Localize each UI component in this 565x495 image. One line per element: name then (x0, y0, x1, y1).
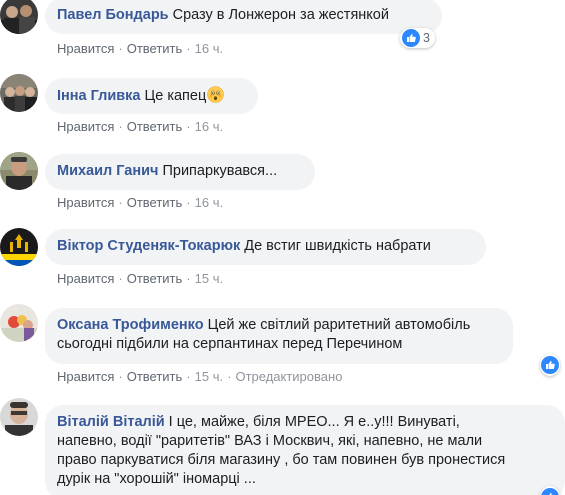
like-link[interactable]: Нравится (57, 271, 114, 286)
separator-dot: · (186, 119, 191, 134)
comment-item: Павел Бондарь Сразу в Лонжерон за жестянк… (0, 0, 565, 60)
comment-text-line-2: напевно, водії "раритетів" ВАЗ і Москвич… (57, 433, 483, 449)
comment-text-line-1: І це, майже, біля МРЕО... Я е..у!!! Вину… (168, 414, 460, 430)
separator-dot: · (186, 271, 191, 286)
comment-timestamp[interactable]: 15 ч. (195, 271, 223, 286)
comment-text: Де встиг швидкість набрати (244, 238, 431, 254)
separator-dot: · (118, 41, 123, 56)
comment-actions: Нравится · Ответить · 15 ч. · Отредактировано (57, 369, 342, 384)
separator-dot: · (118, 271, 123, 286)
reply-link[interactable]: Ответить (127, 119, 183, 134)
separator-dot: · (118, 369, 123, 384)
comment-bubble: Оксана Трофименко Цей же світлий раритетн… (45, 308, 513, 364)
comment-timestamp[interactable]: 15 ч. (195, 369, 223, 384)
comment-bubble: Михаил Ганич Припаркувався... (45, 154, 315, 190)
avatar[interactable] (0, 0, 38, 34)
like-link[interactable]: Нравится (57, 119, 114, 134)
separator-dot: · (227, 369, 232, 384)
reaction-summary[interactable]: 3 (400, 28, 435, 48)
like-icon (402, 29, 420, 47)
comment-item: Михаил Ганич Припаркувався... Нравится · От… (0, 152, 565, 212)
avatar[interactable] (0, 74, 38, 112)
avatar[interactable] (0, 228, 38, 266)
comment-text: Сразу в Лонжерон за жестянкой (172, 7, 389, 23)
comment-author[interactable]: Віктор Студеняк-Токарюк (57, 238, 240, 254)
comment-timestamp[interactable]: 16 ч. (195, 41, 223, 56)
like-link[interactable]: Нравится (57, 195, 114, 210)
separator-dot: · (186, 41, 191, 56)
comment-author[interactable]: Інна Гливка (57, 88, 141, 104)
like-link[interactable]: Нравится (57, 41, 114, 56)
comment-actions: Нравится · Ответить · 16 ч. (57, 195, 223, 210)
separator-dot: · (186, 195, 191, 210)
comment-actions: Нравится · Ответить · 16 ч. (57, 119, 223, 134)
comment-bubble: Павел Бондарь Сразу в Лонжерон за жестянк… (45, 0, 442, 34)
comment-actions: Нравится · Ответить · 15 ч. (57, 271, 223, 286)
comment-text-line-2: сьогодні підбили на серпантинах перед Пе… (57, 336, 403, 352)
astonished-face-icon (207, 86, 225, 103)
comment-author[interactable]: Михаил Ганич (57, 163, 158, 179)
comment-text-line-4: дурік на "хорошій" іномарці ... (57, 471, 256, 487)
comment-text: Це капец (144, 88, 207, 104)
comment-item: Оксана Трофименко Цей же світлий раритетн… (0, 304, 565, 390)
like-icon (541, 488, 559, 495)
comment-item: Віталій Віталій І це, майже, біля МРЕО...… (0, 398, 565, 495)
avatar[interactable] (0, 398, 38, 436)
reply-link[interactable]: Ответить (127, 369, 183, 384)
reaction-summary[interactable] (540, 354, 560, 376)
comment-bubble: Віктор Студеняк-Токарюк Де встиг швидкіст… (45, 229, 486, 265)
comment-author[interactable]: Віталій Віталій (57, 414, 165, 430)
comment-timestamp[interactable]: 16 ч. (195, 119, 223, 134)
comment-author[interactable]: Павел Бондарь (57, 7, 169, 23)
avatar[interactable] (0, 304, 38, 342)
comment-bubble: Віталій Віталій І це, майже, біля МРЕО...… (45, 405, 565, 495)
comment-item: Інна Гливка Це капец Нравится · Ответить · 16… (0, 74, 565, 134)
reaction-count: 3 (423, 31, 430, 45)
separator-dot: · (118, 119, 123, 134)
comment-text: Припаркувався... (162, 163, 278, 179)
edited-label: Отредактировано (235, 369, 343, 384)
comment-item: Віктор Студеняк-Токарюк Де встиг швидкіст… (0, 228, 565, 288)
comment-bubble: Інна Гливка Це капец (45, 78, 258, 114)
reply-link[interactable]: Ответить (127, 195, 183, 210)
comment-text-line-1: Цей же світлий раритетний автомобіль (207, 317, 471, 333)
avatar[interactable] (0, 152, 38, 190)
reply-link[interactable]: Ответить (127, 271, 183, 286)
separator-dot: · (118, 195, 123, 210)
comment-actions: Нравится · Ответить · 16 ч. (57, 41, 223, 56)
comment-text-line-3: право паркуватися біля магазину , бо там… (57, 452, 506, 468)
like-icon (541, 356, 559, 374)
separator-dot: · (186, 369, 191, 384)
comment-timestamp[interactable]: 16 ч. (195, 195, 223, 210)
comment-author[interactable]: Оксана Трофименко (57, 317, 204, 333)
reply-link[interactable]: Ответить (127, 41, 183, 56)
like-link[interactable]: Нравится (57, 369, 114, 384)
